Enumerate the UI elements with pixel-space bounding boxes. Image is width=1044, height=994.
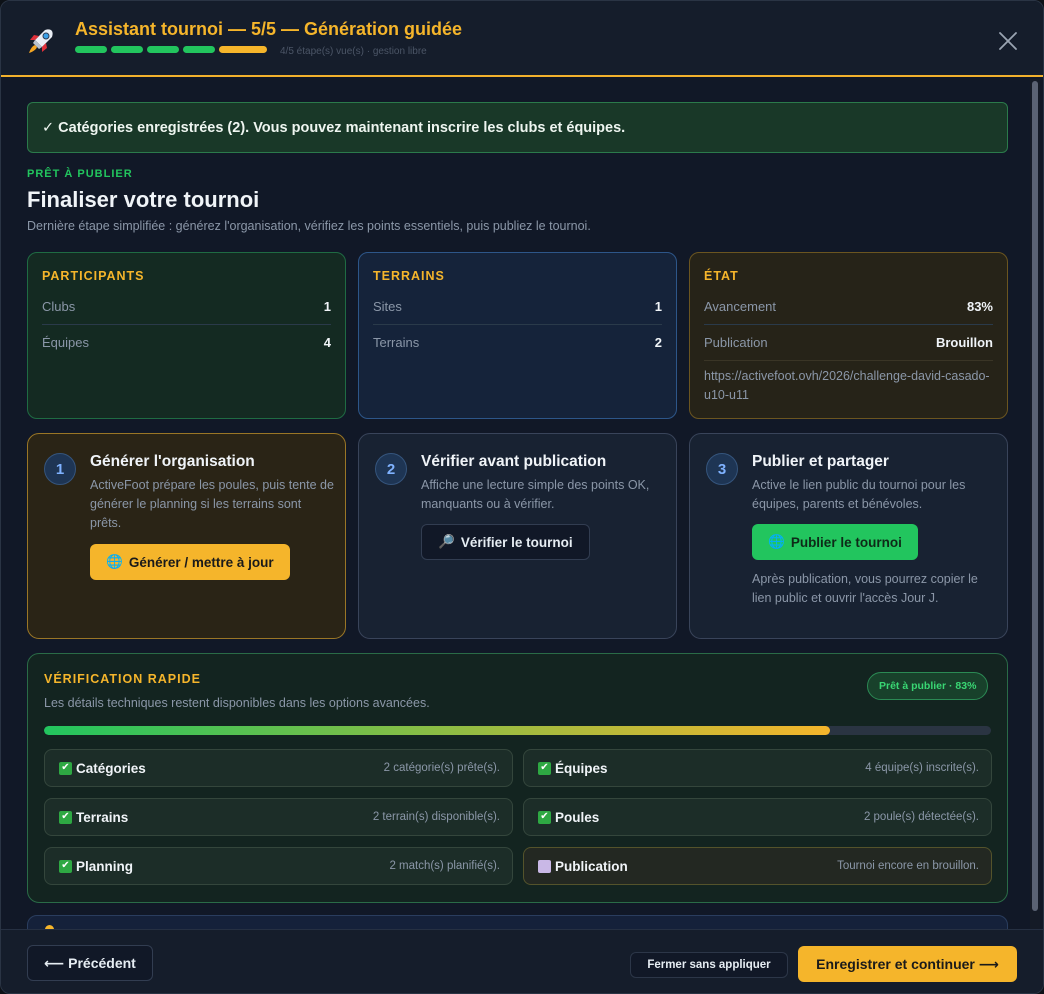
step-card-verify: 2 Vérifier avant publication Affiche une… [358, 433, 677, 639]
wizard-title: Assistant tournoi — 5/5 — Génération gui… [75, 19, 463, 39]
row-label: Avancement [704, 299, 777, 314]
verification-title: VÉRIFICATION RAPIDE [44, 672, 201, 686]
scrollbar[interactable] [1030, 79, 1040, 929]
close-without-applying-button[interactable]: Fermer sans appliquer [630, 952, 788, 978]
checkbox-checked-icon: ✔ [538, 761, 551, 775]
step-number: 3 [706, 453, 738, 485]
summary-row: Clubs 1 [42, 289, 331, 325]
check-item-terrains: ✔ Terrains 2 terrain(s) disponible(s). [44, 798, 513, 836]
etat-card: ÉTAT Avancement 83% Publication Brouillo… [689, 252, 1008, 419]
checkbox-checked-icon: ✔ [59, 810, 72, 824]
row-label: Publication [704, 335, 768, 350]
row-value: Brouillon [935, 335, 993, 350]
section-eyebrow: PRÊT À PUBLIER [27, 168, 133, 180]
card-title: TERRAINS [373, 269, 445, 283]
step-progress [75, 46, 267, 53]
verification-description: Les détails techniques restent disponibl… [44, 696, 430, 710]
progress-bar [44, 726, 991, 735]
step-title: Générer l'organisation [90, 453, 255, 470]
card-title: ÉTAT [704, 269, 739, 283]
check-detail: 2 match(s) planifié(s). [389, 860, 500, 872]
terrains-card: TERRAINS Sites 1 Terrains 2 [358, 252, 677, 419]
button-label: Générer / mettre à jour [128, 554, 274, 570]
check-item-equipes: ✔ Équipes 4 équipe(s) inscrite(s). [523, 749, 992, 787]
verify-button[interactable]: 🔎 Vérifier le tournoi [421, 524, 590, 560]
publish-button[interactable]: 🌐 Publier le tournoi [752, 524, 918, 560]
checkbox-checked-icon: ✔ [59, 761, 72, 775]
participants-card: PARTICIPANTS Clubs 1 Équipes 4 [27, 252, 346, 419]
summary-row: Avancement 83% [704, 289, 993, 325]
row-label: Clubs [42, 299, 76, 314]
pending-square-icon [538, 859, 551, 873]
step-title: Publier et partager [752, 453, 889, 470]
summary-row: Publication Brouillon [704, 325, 993, 361]
globe-icon: 🌐 [768, 534, 785, 549]
checkbox-checked-icon: ✔ [538, 810, 551, 824]
row-value: 1 [654, 299, 662, 314]
row-label: Équipes [42, 335, 89, 350]
check-label: Équipes [555, 760, 608, 776]
wizard-modal: Assistant tournoi — 5/5 — Génération gui… [0, 0, 1044, 994]
save-and-continue-button[interactable]: Enregistrer et continuer ⟶ [798, 946, 1017, 982]
button-label: Publier le tournoi [790, 534, 902, 550]
check-detail: 4 équipe(s) inscrite(s). [865, 762, 979, 774]
generate-button[interactable]: 🌐 Générer / mettre à jour [90, 544, 290, 580]
wizard-subtitle: 4/5 étape(s) vue(s) · gestion libre [280, 46, 427, 57]
globe-icon: 🌐 [106, 554, 123, 569]
check-item-categories: ✔ Catégories 2 catégorie(s) prête(s). [44, 749, 513, 787]
progress-fill [44, 726, 830, 735]
wizard-footer: ⟵ Précédent Fermer sans appliquer Enregi… [1, 929, 1043, 993]
step-indicator-done [183, 46, 215, 53]
wizard-header: Assistant tournoi — 5/5 — Génération gui… [1, 1, 1043, 77]
card-title: PARTICIPANTS [42, 269, 145, 283]
row-label: Sites [373, 299, 402, 314]
check-detail: Tournoi encore en brouillon. [837, 860, 979, 872]
check-detail: 2 terrain(s) disponible(s). [372, 811, 500, 823]
step-indicator-done [75, 46, 107, 53]
row-value: 4 [323, 335, 331, 350]
summary-row: Équipes 4 [42, 325, 331, 360]
row-value: 83% [966, 299, 993, 314]
check-item-poules: ✔ Poules 2 poule(s) détectée(s). [523, 798, 992, 836]
publish-note: Après publication, vous pourrez copier l… [752, 572, 978, 605]
summary-row: Terrains 2 [373, 325, 662, 360]
row-value: 2 [654, 335, 662, 350]
check-label: Planning [76, 858, 133, 874]
quick-verification: VÉRIFICATION RAPIDE Les détails techniqu… [27, 653, 1008, 903]
rocket-icon [29, 29, 53, 53]
check-label: Publication [555, 858, 628, 874]
close-icon[interactable] [996, 29, 1020, 53]
check-detail: 2 catégorie(s) prête(s). [383, 762, 500, 774]
check-label: Terrains [76, 809, 129, 825]
check-label: Poules [555, 809, 600, 825]
step-description: ActiveFoot prépare les poules, puis tent… [90, 478, 334, 530]
step-card-publish: 3 Publier et partager Active le lien pub… [689, 433, 1008, 639]
previous-button[interactable]: ⟵ Précédent [27, 945, 153, 981]
step-indicator-done [147, 46, 179, 53]
check-detail: 2 poule(s) détectée(s). [863, 811, 979, 823]
step-number: 2 [375, 453, 407, 485]
button-label: Vérifier le tournoi [460, 534, 573, 550]
public-url: https://activefoot.ovh/2026/challenge-da… [704, 369, 990, 402]
row-label: Terrains [373, 335, 420, 350]
step-description: Active le lien public du tournoi pour le… [752, 478, 966, 511]
success-alert: ✓ Catégories enregistrées (2). Vous pouv… [27, 102, 1008, 153]
page-title: Finaliser votre tournoi [27, 187, 260, 212]
checkbox-checked-icon: ✔ [59, 859, 72, 873]
scrollbar-thumb[interactable] [1032, 81, 1038, 911]
step-indicator-current [219, 46, 267, 53]
check-item-planning: ✔ Planning 2 match(s) planifié(s). [44, 847, 513, 885]
check-item-publication: Publication Tournoi encore en brouillon. [523, 847, 992, 885]
step-description: Affiche une lecture simple des points OK… [421, 478, 650, 511]
step-card-generate: 1 Générer l'organisation ActiveFoot prép… [27, 433, 346, 639]
row-value: 1 [323, 299, 331, 314]
status-badge: Prêt à publier · 83% [867, 672, 989, 700]
step-indicator-done [111, 46, 143, 53]
magnifier-icon: 🔎 [438, 534, 455, 549]
summary-row: Sites 1 [373, 289, 662, 325]
page-description: Dernière étape simplifiée : générez l'or… [27, 219, 591, 233]
step-number: 1 [44, 453, 76, 485]
step-title: Vérifier avant publication [421, 453, 607, 470]
check-label: Catégories [76, 760, 146, 776]
